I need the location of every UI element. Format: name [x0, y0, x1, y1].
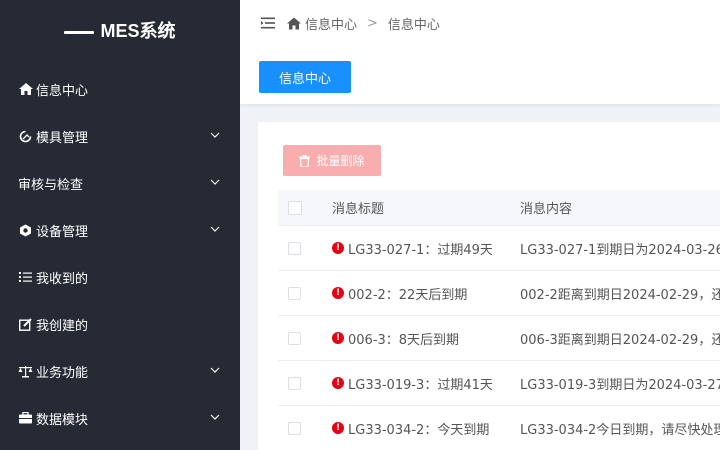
message-title-cell: ! 006-3：8天后到期 [332, 329, 459, 348]
logo-bar-icon [64, 30, 95, 34]
chevron-down-icon [210, 179, 220, 185]
breadcrumb-item[interactable]: 信息中心 [305, 14, 357, 33]
chevron-down-icon [210, 367, 220, 373]
chevron-down-icon [210, 414, 220, 420]
sidebar-item-created[interactable]: 我创建的 [0, 301, 240, 347]
batch-delete-button[interactable]: 批量删除 [283, 145, 381, 176]
top-header: 信息中心 > 信息中心 [240, 0, 720, 46]
message-title: LG33-027-1：过期49天 [348, 242, 493, 258]
table-row[interactable]: ! LG33-027-1：过期49天 LG33-027-1到期日为2024-03-… [278, 226, 720, 271]
sidebar-item-label: 信息中心 [36, 83, 89, 99]
message-content: LG33-027-1到期日为2024-03-26， [520, 242, 720, 258]
select-all-checkbox[interactable] [288, 200, 302, 215]
sidebar-item-label: 我创建的 [36, 318, 89, 334]
sidebar-item-label: 数据模块 [36, 412, 89, 428]
column-header-content: 消息内容 [520, 202, 573, 217]
message-title: 006-3：8天后到期 [348, 332, 460, 348]
table-row[interactable]: ! LG33-034-2：今天到期 LG33-034-2今日到期，请尽快处理 [278, 406, 720, 450]
gear-hand-icon [18, 129, 33, 144]
exclamation-icon: ! [332, 377, 344, 389]
table-row[interactable]: ! 006-3：8天后到期 006-3距离到期日2024-02-29，还有 [278, 316, 720, 361]
app-logo: MES系统 [0, 0, 240, 60]
exclamation-icon: ! [332, 332, 344, 344]
table-row[interactable]: ! LG33-019-3：过期41天 LG33-019-3到期日为2024-03-… [278, 361, 720, 406]
exclamation-icon: ! [332, 287, 344, 299]
message-content: LG33-034-2今日到期，请尽快处理 [520, 422, 720, 438]
home-icon [287, 17, 301, 29]
exclamation-icon: ! [332, 242, 344, 254]
message-content: 002-2距离到期日2024-02-29，还有 [520, 287, 720, 303]
sidebar: MES系统 信息中心 模具管理 审核与检查 设备管理 我收到的 我创建的 业务功… [0, 0, 240, 450]
sidebar-item-review-inspection[interactable]: 审核与检查 [0, 160, 240, 206]
exclamation-icon: ! [332, 422, 344, 434]
batch-delete-label: 批量删除 [316, 154, 365, 168]
table-header: 消息标题 消息内容 [278, 190, 720, 226]
message-title: LG33-019-3：过期41天 [348, 377, 493, 393]
message-content: LG33-019-3到期日为2024-03-27， [520, 377, 720, 393]
sidebar-item-mold-management[interactable]: 模具管理 [0, 113, 240, 159]
menu-fold-icon[interactable] [261, 17, 275, 29]
row-checkbox[interactable] [288, 286, 301, 300]
trash-icon [299, 154, 311, 167]
sidebar-item-label: 设备管理 [36, 224, 89, 240]
message-table: 消息标题 消息内容 ! LG33-027-1：过期49天 LG33-027-1到期… [278, 190, 720, 450]
balance-icon [18, 364, 33, 379]
main-content: 批量删除 消息标题 消息内容 ! LG33-027-1：过期49天 LG33-02… [258, 122, 720, 450]
briefcase-icon [18, 411, 33, 426]
column-header-title: 消息标题 [332, 202, 385, 217]
breadcrumb-separator: > [367, 15, 378, 31]
app-title: MES系统 [100, 21, 176, 41]
sidebar-item-info-center[interactable]: 信息中心 [0, 66, 240, 112]
message-title: 002-2：22天后到期 [348, 287, 468, 303]
sidebar-item-label: 审核与检查 [18, 177, 84, 193]
table-row[interactable]: ! 002-2：22天后到期 002-2距离到期日2024-02-29，还有 [278, 271, 720, 316]
sidebar-item-label: 业务功能 [36, 365, 89, 381]
tabs-bar: 信息中心 [240, 46, 720, 104]
home-icon [18, 82, 33, 97]
breadcrumb: 信息中心 > 信息中心 [287, 14, 440, 33]
breadcrumb-item-current: 信息中心 [387, 17, 440, 33]
list-icon [18, 270, 33, 285]
sidebar-item-label: 模具管理 [36, 130, 89, 146]
sidebar-item-equipment-management[interactable]: 设备管理 [0, 207, 240, 253]
edit-icon [18, 317, 33, 332]
message-title: LG33-034-2：今天到期 [348, 422, 490, 438]
chevron-down-icon [210, 132, 220, 138]
sidebar-item-received[interactable]: 我收到的 [0, 254, 240, 300]
settings-icon [18, 223, 33, 238]
tab-info-center[interactable]: 信息中心 [259, 61, 351, 93]
message-title-cell: ! LG33-027-1：过期49天 [332, 239, 493, 258]
sidebar-item-business-functions[interactable]: 业务功能 [0, 348, 240, 394]
row-checkbox[interactable] [288, 421, 301, 435]
chevron-down-icon [210, 226, 220, 232]
sidebar-item-data-module[interactable]: 数据模块 [0, 395, 240, 441]
message-title-cell: ! LG33-034-2：今天到期 [332, 419, 489, 438]
message-content: 006-3距离到期日2024-02-29，还有 [520, 332, 720, 348]
row-checkbox[interactable] [288, 331, 301, 345]
message-title-cell: ! LG33-019-3：过期41天 [332, 374, 493, 393]
row-checkbox[interactable] [288, 376, 301, 390]
message-title-cell: ! 002-2：22天后到期 [332, 284, 467, 303]
row-checkbox[interactable] [288, 241, 301, 255]
sidebar-item-label: 我收到的 [36, 271, 89, 287]
